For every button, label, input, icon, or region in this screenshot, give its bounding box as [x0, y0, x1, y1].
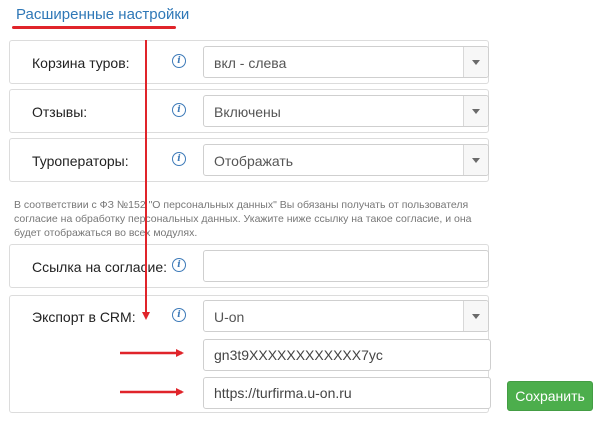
annotation-arrows	[120, 40, 184, 396]
